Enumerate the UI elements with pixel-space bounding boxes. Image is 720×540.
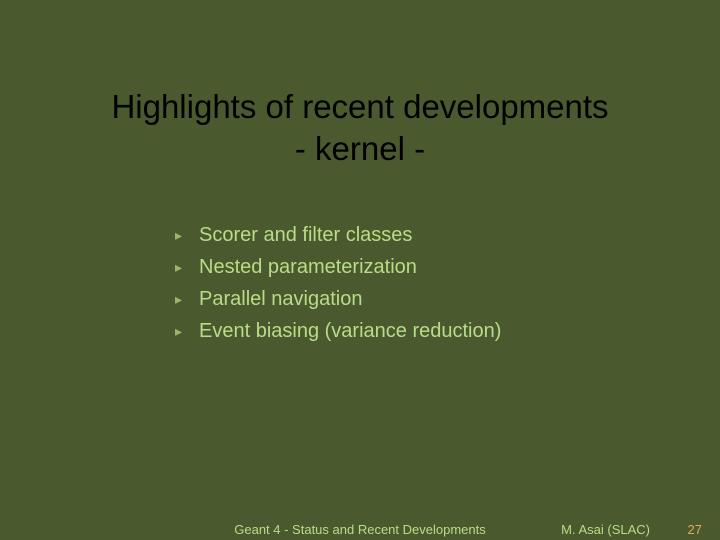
bullet-text: Nested parameterization xyxy=(199,252,417,282)
bullet-text: Parallel navigation xyxy=(199,284,362,314)
bullet-icon: ▸ xyxy=(175,289,199,310)
list-item: ▸ Nested parameterization xyxy=(175,252,501,282)
title-line-2: - kernel - xyxy=(295,130,425,167)
bullet-text: Event biasing (variance reduction) xyxy=(199,316,501,346)
page-number: 27 xyxy=(688,522,702,537)
bullet-list: ▸ Scorer and filter classes ▸ Nested par… xyxy=(175,220,501,348)
slide-title: Highlights of recent developments - kern… xyxy=(22,86,698,170)
list-item: ▸ Parallel navigation xyxy=(175,284,501,314)
bullet-icon: ▸ xyxy=(175,257,199,278)
footer-author: M. Asai (SLAC) xyxy=(561,522,650,537)
list-item: ▸ Scorer and filter classes xyxy=(175,220,501,250)
bullet-text: Scorer and filter classes xyxy=(199,220,412,250)
list-item: ▸ Event biasing (variance reduction) xyxy=(175,316,501,346)
bullet-icon: ▸ xyxy=(175,225,199,246)
slide: Highlights of recent developments - kern… xyxy=(0,0,720,540)
title-line-1: Highlights of recent developments xyxy=(111,88,608,125)
bullet-icon: ▸ xyxy=(175,321,199,342)
